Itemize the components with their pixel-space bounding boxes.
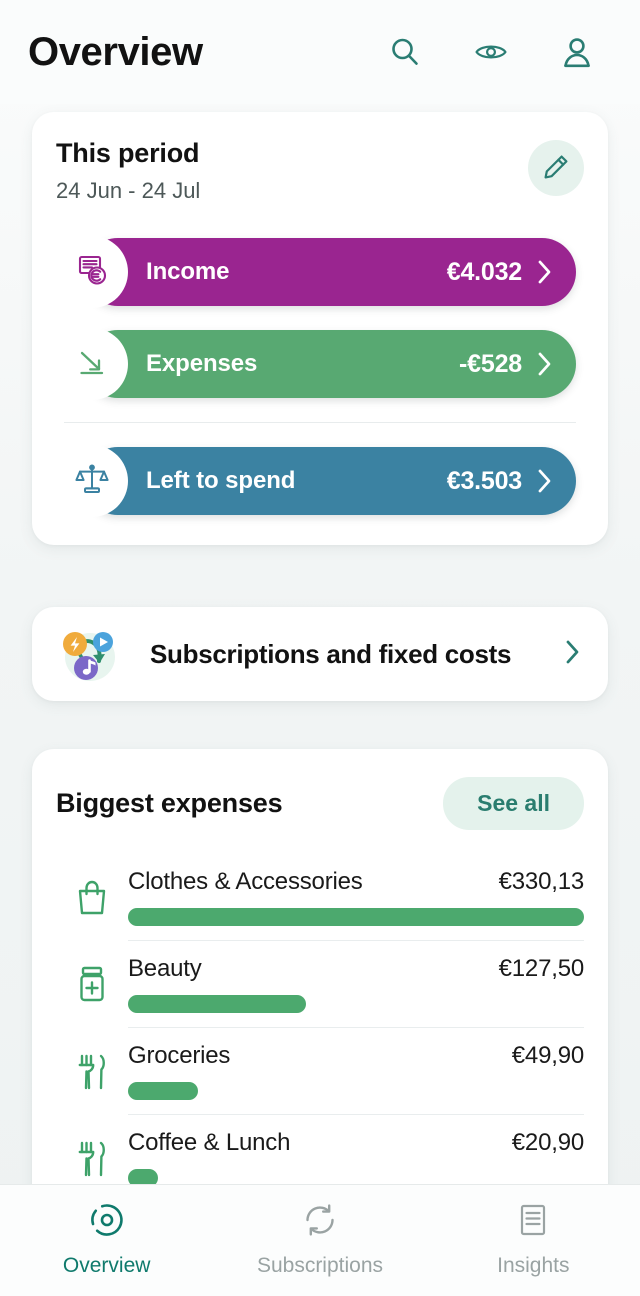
expense-bar-track: [128, 995, 584, 1013]
expense-item-top: Beauty €127,50: [128, 955, 584, 983]
page-title: Overview: [28, 29, 203, 74]
expense-list: Clothes & Accessories €330,13 Beauty €12…: [56, 854, 584, 1184]
expense-item-body: Clothes & Accessories €330,13: [128, 854, 584, 941]
subscriptions-label: Subscriptions and fixed costs: [150, 638, 512, 669]
list-item[interactable]: Clothes & Accessories €330,13: [56, 854, 584, 941]
left-to-spend-icon-badge: [56, 445, 128, 517]
expense-bar-fill: [128, 1169, 158, 1184]
chevron-right-icon: [536, 466, 554, 496]
left-to-spend-value: €3.503: [446, 466, 522, 495]
document-lines-icon: [514, 1201, 552, 1244]
medicine-jar-icon: [56, 941, 128, 1028]
pencil-icon: [542, 153, 570, 184]
expense-item-top: Coffee & Lunch €20,90: [128, 1129, 584, 1157]
overview-target-icon: [88, 1201, 126, 1244]
nav-item-insights[interactable]: Insights: [427, 1201, 640, 1278]
edit-period-button[interactable]: [528, 140, 584, 196]
expense-bar-fill: [128, 908, 584, 926]
chevron-right-icon: [536, 349, 554, 379]
period-date-range: 24 Jun - 24 Jul: [56, 178, 201, 203]
subscriptions-cluster-icon: [52, 617, 126, 691]
expense-name: Groceries: [128, 1042, 231, 1069]
expense-amount: €20,90: [511, 1129, 584, 1156]
fork-knife-icon: [56, 1115, 128, 1184]
list-item[interactable]: Groceries €49,90: [56, 1028, 584, 1115]
shopping-bag-icon: [56, 854, 128, 941]
card-divider: [64, 422, 576, 423]
expense-bar-fill: [128, 1082, 199, 1100]
left-to-spend-label: Left to spend: [146, 467, 296, 494]
fork-knife-icon: [56, 1028, 128, 1115]
balance-scales-icon: [72, 459, 112, 504]
expense-amount: €330,13: [498, 868, 585, 895]
expense-item-body: Groceries €49,90: [128, 1028, 584, 1115]
this-period-card: This period 24 Jun - 24 Jul Income €4.03…: [32, 112, 608, 545]
bottom-navigation: Overview Subscriptions Insights: [0, 1184, 640, 1296]
expense-bar-track: [128, 1169, 584, 1184]
nav-label-subscriptions: Subscriptions: [256, 1254, 384, 1277]
header-actions: [388, 35, 594, 69]
biggest-expenses-header: Biggest expenses See all: [56, 777, 584, 830]
period-texts: This period 24 Jun - 24 Jul: [56, 138, 528, 204]
expense-amount: €49,90: [511, 1042, 584, 1069]
nav-item-overview[interactable]: Overview: [0, 1201, 213, 1278]
subscriptions-fixed-costs-card[interactable]: Subscriptions and fixed costs: [32, 607, 608, 701]
period-title: This period: [56, 138, 200, 168]
expense-item-body: Beauty €127,50: [128, 941, 584, 1028]
app-header: Overview: [0, 0, 640, 104]
period-header: This period 24 Jun - 24 Jul: [56, 138, 584, 204]
nav-label-insights: Insights: [497, 1254, 570, 1277]
trend-down-arrow-icon: [72, 342, 112, 387]
biggest-expenses-title: Biggest expenses: [56, 788, 283, 818]
income-label: Income: [146, 258, 230, 285]
chevron-right-icon: [536, 257, 554, 287]
income-row[interactable]: Income €4.032: [56, 236, 576, 308]
biggest-expenses-card: Biggest expenses See all Clothes & Acces…: [32, 749, 608, 1184]
expense-item-top: Groceries €49,90: [128, 1042, 584, 1070]
expense-name: Beauty: [128, 955, 202, 982]
scroll-content: This period 24 Jun - 24 Jul Income €4.03…: [0, 104, 640, 1184]
expense-item-top: Clothes & Accessories €330,13: [128, 868, 584, 896]
money-stack-euro-icon: [72, 250, 112, 295]
expenses-label: Expenses: [146, 350, 258, 377]
income-icon-badge: [56, 236, 128, 308]
eye-icon[interactable]: [474, 35, 508, 69]
expense-name: Clothes & Accessories: [128, 868, 363, 895]
app-screen: Overview This period 24 Jun - 24 Jul Inc…: [0, 0, 640, 1296]
left-to-spend-row[interactable]: Left to spend €3.503: [56, 445, 576, 517]
expense-bar-track: [128, 1082, 584, 1100]
expense-name: Coffee & Lunch: [128, 1129, 291, 1156]
chevron-right-icon: [564, 637, 582, 672]
nav-label-overview: Overview: [62, 1254, 151, 1277]
see-all-button[interactable]: See all: [443, 777, 584, 830]
expense-item-body: Coffee & Lunch €20,90: [128, 1115, 584, 1184]
expense-amount: €127,50: [498, 955, 585, 982]
income-value: €4.032: [446, 257, 522, 286]
list-item[interactable]: Beauty €127,50: [56, 941, 584, 1028]
expenses-row[interactable]: Expenses -€528: [56, 328, 576, 400]
nav-item-subscriptions[interactable]: Subscriptions: [213, 1201, 426, 1278]
expense-bar-fill: [128, 995, 306, 1013]
search-icon[interactable]: [388, 35, 422, 69]
refresh-cycle-icon: [301, 1201, 339, 1244]
expenses-value: -€528: [459, 349, 522, 378]
person-icon[interactable]: [560, 35, 594, 69]
expenses-icon-badge: [56, 328, 128, 400]
list-item[interactable]: Coffee & Lunch €20,90: [56, 1115, 584, 1184]
expense-bar-track: [128, 908, 584, 926]
